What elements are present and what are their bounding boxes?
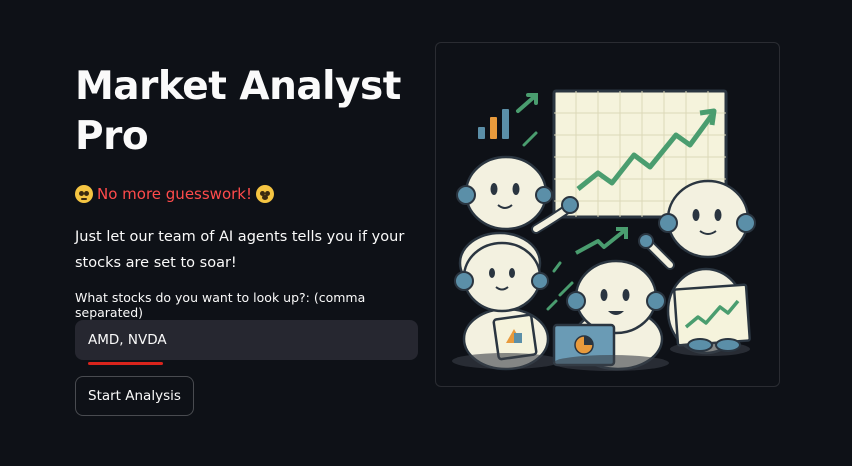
- robot-with-tablet-icon: [452, 241, 560, 371]
- stock-input[interactable]: [75, 320, 418, 360]
- dizzy-face-icon: [256, 185, 274, 203]
- description-text: Just let our team of AI agents tells you…: [75, 229, 405, 271]
- main-content: Market Analyst Pro No more guesswork! Ju…: [75, 62, 420, 416]
- spellcheck-underline: [88, 362, 163, 365]
- stock-input-label: What stocks do you want to look up?: (co…: [75, 290, 366, 320]
- start-analysis-button[interactable]: Start Analysis: [75, 376, 194, 416]
- app-page: Market Analyst Pro No more guesswork! Ju…: [0, 0, 852, 466]
- tagline-text: No more guesswork!: [97, 185, 252, 203]
- page-title: Market Analyst Pro: [75, 64, 401, 159]
- stock-input-wrapper: [75, 320, 420, 365]
- illustration-svg: [452, 89, 756, 371]
- bar-chart-icon: [478, 93, 538, 147]
- face-with-spiral-eyes-icon: [75, 185, 93, 203]
- robots-analyzing-charts-illustration: [435, 42, 780, 387]
- tagline: No more guesswork!: [75, 182, 420, 206]
